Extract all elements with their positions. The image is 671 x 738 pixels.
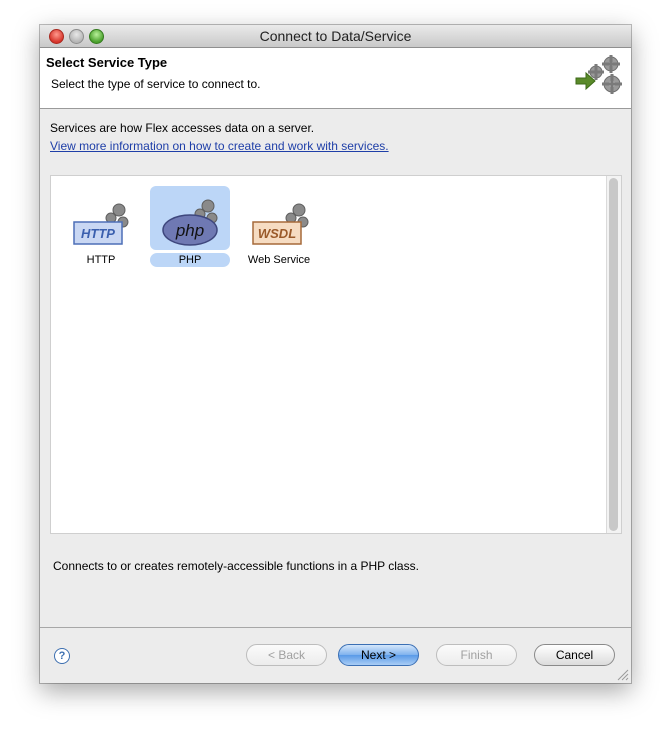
window-title: Connect to Data/Service	[259, 28, 412, 44]
more-info-link[interactable]: View more information on how to create a…	[50, 139, 389, 153]
service-item-php[interactable]: php PHP	[150, 186, 230, 268]
service-item-http[interactable]: HTTP HTTP	[61, 186, 141, 268]
finish-button[interactable]: Finish	[436, 644, 517, 666]
connect-gears-icon	[575, 55, 622, 94]
intro-text: Services are how Flex accesses data on a…	[50, 121, 315, 135]
php-gear-icon: php	[162, 199, 218, 246]
wsdl-gear-icon: WSDL	[252, 203, 309, 245]
service-icon-box: HTTP	[61, 186, 141, 250]
service-type-list[interactable]: HTTP HTTP php PHP WSDL Web Service	[50, 175, 622, 534]
title-bar[interactable]: Connect to Data/Service	[40, 25, 631, 48]
service-item-web-service[interactable]: WSDL Web Service	[239, 186, 319, 268]
service-label-web-service: Web Service	[247, 254, 311, 266]
page-title: Select Service Type	[46, 55, 168, 70]
wsdl-icon-text: WSDL	[258, 226, 296, 241]
http-icon-text: HTTP	[81, 226, 115, 241]
connect-dialog: Connect to Data/Service Select Service T…	[40, 25, 631, 683]
service-icon-box: WSDL	[239, 186, 319, 250]
http-gear-icon: HTTP	[73, 203, 129, 245]
footer-divider	[40, 627, 631, 628]
php-icon-text: php	[175, 221, 204, 240]
wizard-header: Select Service Type Select the type of s…	[40, 48, 631, 109]
vertical-scrollbar[interactable]	[606, 176, 621, 533]
back-button[interactable]: < Back	[246, 644, 327, 666]
page-subtitle: Select the type of service to connect to…	[51, 77, 261, 91]
next-button[interactable]: Next >	[338, 644, 419, 666]
service-icon-box: php	[150, 186, 230, 250]
resize-grip-icon[interactable]	[617, 669, 629, 681]
scrollbar-thumb[interactable]	[609, 178, 618, 531]
cancel-button[interactable]: Cancel	[534, 644, 615, 666]
service-description: Connects to or creates remotely-accessib…	[53, 559, 419, 573]
service-label-http: HTTP	[86, 254, 116, 266]
service-label-php: PHP	[150, 253, 230, 267]
help-button[interactable]: ?	[54, 648, 70, 664]
